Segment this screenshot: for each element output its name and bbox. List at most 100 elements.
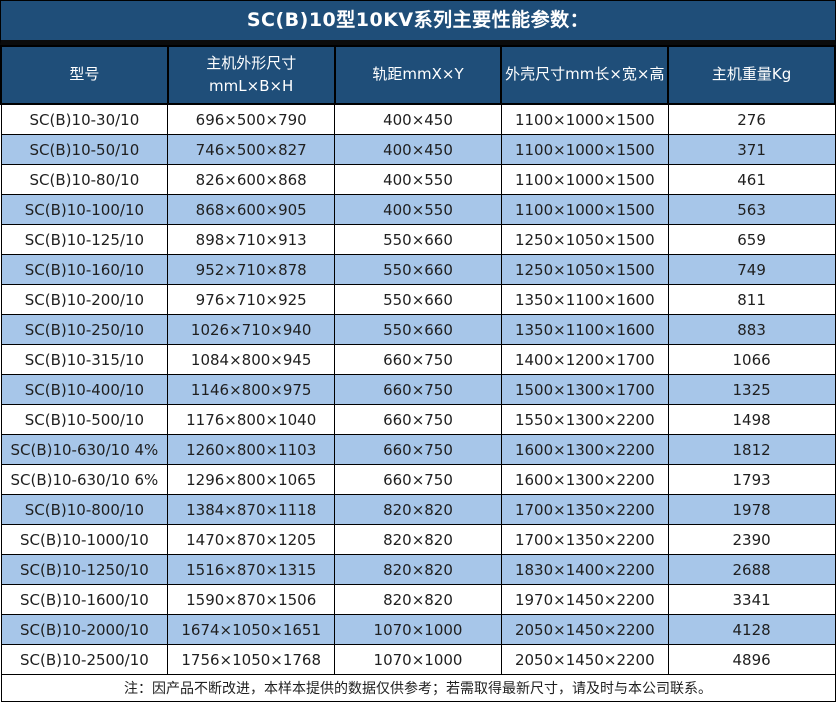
table-cell: SC(B)10-250/10 <box>1 315 168 345</box>
table-cell: 660×750 <box>335 405 502 435</box>
table-cell: 1250×1050×1500 <box>501 255 668 285</box>
table-cell: SC(B)10-2500/10 <box>1 645 168 675</box>
table-cell: 1066 <box>668 345 835 375</box>
table-cell: 820×820 <box>335 495 502 525</box>
table-body: SC(B)10-30/10696×500×790400×4501100×1000… <box>1 104 835 675</box>
table-cell: 1674×1050×1651 <box>168 615 335 645</box>
table-row: SC(B)10-125/10898×710×913550×6601250×105… <box>1 225 835 255</box>
table-cell: SC(B)10-50/10 <box>1 135 168 165</box>
table-row: SC(B)10-1250/101516×870×1315820×8201830×… <box>1 555 835 585</box>
table-row: SC(B)10-630/10 4%1260×800×1103660×750160… <box>1 435 835 465</box>
table-cell: 2688 <box>668 555 835 585</box>
table-cell: 820×820 <box>335 525 502 555</box>
table-cell: 1084×800×945 <box>168 345 335 375</box>
table-row: SC(B)10-160/10952×710×878550×6601250×105… <box>1 255 835 285</box>
table-cell: 1260×800×1103 <box>168 435 335 465</box>
table-cell: 1470×870×1205 <box>168 525 335 555</box>
table-cell: 1600×1300×2200 <box>501 465 668 495</box>
table-cell: 1550×1300×2200 <box>501 405 668 435</box>
table-cell: 1600×1300×2200 <box>501 435 668 465</box>
table-cell: 371 <box>668 135 835 165</box>
table-cell: SC(B)10-80/10 <box>1 165 168 195</box>
table-cell: 1070×1000 <box>335 645 502 675</box>
table-cell: SC(B)10-125/10 <box>1 225 168 255</box>
table-cell: 868×600×905 <box>168 195 335 225</box>
table-cell: SC(B)10-2000/10 <box>1 615 168 645</box>
table-cell: SC(B)10-800/10 <box>1 495 168 525</box>
table-cell: 1830×1400×2200 <box>501 555 668 585</box>
table-cell: 952×710×878 <box>168 255 335 285</box>
table-cell: SC(B)10-1000/10 <box>1 525 168 555</box>
table-row: SC(B)10-2000/101674×1050×16511070×100020… <box>1 615 835 645</box>
table-cell: 1812 <box>668 435 835 465</box>
table-cell: 1384×870×1118 <box>168 495 335 525</box>
table-cell: 400×550 <box>335 195 502 225</box>
table-cell: 2050×1450×2200 <box>501 615 668 645</box>
table-cell: 400×450 <box>335 104 502 135</box>
header-label-line2: mmL×B×H <box>169 75 334 98</box>
table-cell: 1350×1100×1600 <box>501 315 668 345</box>
spec-sheet-page: SC(B)10型10KV系列主要性能参数： 型号 主机外形尺寸 mmL×B×H … <box>0 0 836 705</box>
table-cell: 883 <box>668 315 835 345</box>
header-cell-weight: 主机重量Kg <box>668 46 835 104</box>
table-cell: SC(B)10-630/10 6% <box>1 465 168 495</box>
table-cell: 660×750 <box>335 465 502 495</box>
table-cell: 1590×870×1506 <box>168 585 335 615</box>
table-cell: 1325 <box>668 375 835 405</box>
table-cell: 820×820 <box>335 555 502 585</box>
table-cell: SC(B)10-1600/10 <box>1 585 168 615</box>
header-label: 主机重量Kg <box>669 63 834 86</box>
table-row: SC(B)10-30/10696×500×790400×4501100×1000… <box>1 104 835 135</box>
table-cell: 1400×1200×1700 <box>501 345 668 375</box>
table-cell: 1296×800×1065 <box>168 465 335 495</box>
table-cell: 550×660 <box>335 285 502 315</box>
table-cell: SC(B)10-315/10 <box>1 345 168 375</box>
header-row: 型号 主机外形尺寸 mmL×B×H 轨距mmX×Y 外壳尺寸mm长×宽×高 主机… <box>1 46 835 104</box>
spec-table: 型号 主机外形尺寸 mmL×B×H 轨距mmX×Y 外壳尺寸mm长×宽×高 主机… <box>0 45 836 702</box>
table-cell: 2050×1450×2200 <box>501 645 668 675</box>
table-cell: 826×600×868 <box>168 165 335 195</box>
table-cell: SC(B)10-500/10 <box>1 405 168 435</box>
table-cell: 1100×1000×1500 <box>501 195 668 225</box>
header-cell-model: 型号 <box>1 46 168 104</box>
table-cell: 563 <box>668 195 835 225</box>
table-cell: 276 <box>668 104 835 135</box>
table-cell: 749 <box>668 255 835 285</box>
table-row: SC(B)10-1000/101470×870×1205820×8201700×… <box>1 525 835 555</box>
page-title: SC(B)10型10KV系列主要性能参数： <box>0 0 836 45</box>
table-cell: SC(B)10-30/10 <box>1 104 168 135</box>
table-cell: 461 <box>668 165 835 195</box>
table-cell: 660×750 <box>335 375 502 405</box>
table-cell: 820×820 <box>335 585 502 615</box>
table-cell: 1250×1050×1500 <box>501 225 668 255</box>
table-row: SC(B)10-400/101146×800×975660×7501500×13… <box>1 375 835 405</box>
table-cell: 746×500×827 <box>168 135 335 165</box>
table-row: SC(B)10-800/101384×870×1118820×8201700×1… <box>1 495 835 525</box>
table-row: SC(B)10-1600/101590×870×1506820×8201970×… <box>1 585 835 615</box>
table-cell: 659 <box>668 225 835 255</box>
table-cell: 660×750 <box>335 345 502 375</box>
table-cell: 898×710×913 <box>168 225 335 255</box>
table-cell: 1026×710×940 <box>168 315 335 345</box>
table-row: SC(B)10-80/10826×600×868400×5501100×1000… <box>1 165 835 195</box>
header-label: 轨距mmX×Y <box>336 63 501 86</box>
table-cell: 4896 <box>668 645 835 675</box>
table-cell: SC(B)10-1250/10 <box>1 555 168 585</box>
table-cell: 1350×1100×1600 <box>501 285 668 315</box>
header-cell-shell: 外壳尺寸mm长×宽×高 <box>501 46 668 104</box>
table-cell: 1793 <box>668 465 835 495</box>
table-row: SC(B)10-500/101176×800×1040660×7501550×1… <box>1 405 835 435</box>
header-label-line1: 主机外形尺寸 <box>169 52 334 75</box>
table-cell: 550×660 <box>335 255 502 285</box>
table-cell: 1970×1450×2200 <box>501 585 668 615</box>
table-cell: SC(B)10-160/10 <box>1 255 168 285</box>
table-row: SC(B)10-250/101026×710×940550×6601350×11… <box>1 315 835 345</box>
header-label: 外壳尺寸mm长×宽×高 <box>502 63 667 86</box>
table-cell: 1500×1300×1700 <box>501 375 668 405</box>
table-row: SC(B)10-50/10746×500×827400×4501100×1000… <box>1 135 835 165</box>
table-cell: 1516×870×1315 <box>168 555 335 585</box>
table-cell: 1700×1350×2200 <box>501 525 668 555</box>
table-cell: SC(B)10-630/10 4% <box>1 435 168 465</box>
table-cell: 2390 <box>668 525 835 555</box>
table-cell: 400×550 <box>335 165 502 195</box>
